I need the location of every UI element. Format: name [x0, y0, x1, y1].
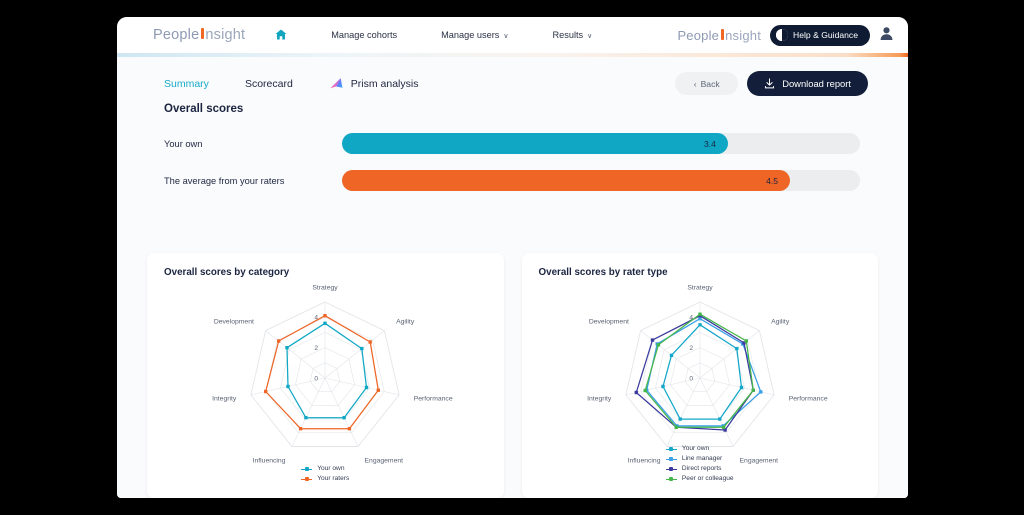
legend-item-label: Direct reports	[681, 465, 722, 473]
score-row-raters-average-label: The average from your raters	[164, 175, 285, 186]
legend-item[interactable]: Your raters	[301, 474, 349, 484]
prism-icon	[329, 78, 343, 89]
legend-by-rater-type: Your own Line manager Direct reports Peer o…	[522, 444, 879, 484]
tab-summary-label: Summary	[164, 77, 209, 90]
action-buttons: ‹ Back Download report	[675, 71, 868, 96]
help-and-guidance-button[interactable]: Help & Guidance	[770, 24, 870, 46]
help-and-guidance-label: Help & Guidance	[793, 30, 858, 40]
back-chevron-icon: ‹	[693, 78, 697, 89]
legend-item-label: Your raters	[317, 475, 350, 483]
svg-text:Development: Development	[214, 319, 254, 326]
brand-logo-right-part1: People	[677, 27, 720, 43]
top-navigation-bar: People nsight Manage cohorts Manage users…	[117, 17, 908, 53]
legend-item[interactable]: Your own	[665, 444, 734, 454]
svg-text:Strategy: Strategy	[687, 284, 713, 291]
svg-text:Development: Development	[589, 319, 629, 326]
chevron-down-icon: ∨	[587, 33, 593, 40]
page-content: Summary Scorecard Prism analysis ‹ Back …	[117, 57, 908, 498]
svg-text:Performance: Performance	[414, 396, 453, 403]
legend-item[interactable]: Line manager	[665, 454, 734, 464]
legend-items-rater-type: Your own Line manager Direct reports Peer o…	[665, 444, 734, 484]
tab-scorecard-label: Scorecard	[244, 77, 293, 90]
legend-item-label: Peer or colleague	[681, 475, 734, 483]
app-window: People nsight Manage cohorts Manage users…	[117, 17, 908, 498]
legend-item-label: Your own	[317, 465, 345, 473]
tab-prism-analysis-label: Prism analysis	[350, 77, 419, 90]
svg-text:Agility: Agility	[771, 319, 790, 326]
brand-logo-left-part2: nsight	[205, 27, 246, 43]
tab-scorecard[interactable]: Scorecard	[245, 78, 293, 90]
legend-items-category: Your own Your raters	[301, 464, 349, 484]
chart-title-category: Overall scores by category	[164, 267, 290, 278]
score-value-your-own: 3.4	[703, 138, 716, 149]
nav-link-results[interactable]: Results ∨	[531, 30, 615, 40]
score-fill-raters-average: 4.5	[342, 170, 791, 191]
overall-score-bars: Your own 3.4 The average from your rater…	[117, 115, 908, 197]
radar-chart-by-category: 024StrategyAgilityPerformanceEngagementI…	[212, 284, 453, 464]
back-button[interactable]: ‹ Back	[675, 72, 739, 95]
svg-text:Integrity: Integrity	[587, 396, 612, 403]
user-avatar-icon[interactable]	[879, 26, 894, 44]
svg-text:2: 2	[315, 345, 319, 352]
tab-summary[interactable]: Summary	[164, 78, 209, 90]
svg-text:Agility: Agility	[396, 319, 415, 326]
brand-logo-left-part1: People	[153, 27, 200, 43]
download-report-label: Download report	[782, 78, 851, 89]
score-track-raters-average: 4.5	[342, 170, 860, 191]
brand-logo-right-part2: nsight	[725, 27, 762, 43]
svg-text:Integrity: Integrity	[212, 396, 237, 403]
legend-marker-icon	[665, 456, 677, 462]
nav-link-results-label: Results	[552, 30, 584, 40]
legend-marker-icon	[665, 446, 677, 452]
back-button-label: Back	[700, 78, 720, 89]
help-circle-icon	[776, 29, 789, 41]
chevron-down-icon: ∨	[503, 33, 509, 40]
legend-item[interactable]: Your own	[301, 464, 349, 474]
svg-text:2: 2	[689, 345, 693, 352]
score-row-your-own-label: Your own	[164, 138, 203, 149]
download-icon	[765, 78, 775, 89]
nav-link-manage-cohorts-label: Manage cohorts	[331, 30, 398, 40]
legend-marker-icon	[665, 466, 677, 472]
legend-marker-icon	[301, 466, 313, 472]
svg-text:Performance: Performance	[788, 396, 827, 403]
legend-item-label: Your own	[681, 445, 710, 453]
brand-logo-right: People nsight	[677, 28, 761, 43]
nav-right-group: People nsight Help & Guidance	[677, 24, 894, 46]
legend-item[interactable]: Direct reports	[665, 464, 734, 474]
score-row-raters-average: The average from your raters 4.5	[117, 164, 908, 197]
nav-link-manage-users-label: Manage users	[441, 30, 500, 40]
card-overall-scores-by-rater-type: Overall scores by rater type 0 2 4 Strategy…	[521, 253, 879, 498]
chart-title-rater-type: Overall scores by rater type	[538, 267, 668, 278]
brand-logo-right-i-bar	[720, 28, 724, 40]
legend-marker-icon	[665, 476, 677, 482]
legend-item[interactable]: Peer or colleague	[665, 474, 734, 484]
svg-text:0: 0	[315, 376, 319, 383]
score-value-raters-average: 4.5	[766, 175, 779, 186]
score-row-your-own: Your own 3.4	[117, 127, 908, 160]
svg-text:0: 0	[689, 376, 693, 383]
brand-logo-i-bar	[200, 28, 204, 39]
brand-logo-left[interactable]: People nsight	[153, 27, 245, 43]
tab-prism-analysis[interactable]: Prism analysis	[329, 77, 419, 90]
nav-link-manage-users[interactable]: Manage users ∨	[419, 30, 530, 40]
chart-cards: Overall scores by category 0 2 4 Strategy Ag…	[147, 253, 878, 498]
legend-item-label: Line manager	[681, 455, 723, 463]
card-overall-scores-by-category: Overall scores by category 0 2 4 Strategy Ag…	[147, 253, 504, 498]
nav-links: Manage cohorts Manage users ∨ Results ∨	[309, 30, 614, 40]
legend-marker-icon	[301, 476, 313, 482]
score-fill-your-own: 3.4	[342, 133, 728, 154]
svg-text:Strategy: Strategy	[313, 284, 339, 291]
score-track-your-own: 3.4	[342, 133, 860, 154]
home-icon[interactable]	[275, 29, 287, 42]
download-report-button[interactable]: Download report	[747, 71, 868, 96]
nav-link-manage-cohorts[interactable]: Manage cohorts	[309, 30, 419, 40]
legend-by-category: Your own Your raters	[147, 464, 504, 484]
